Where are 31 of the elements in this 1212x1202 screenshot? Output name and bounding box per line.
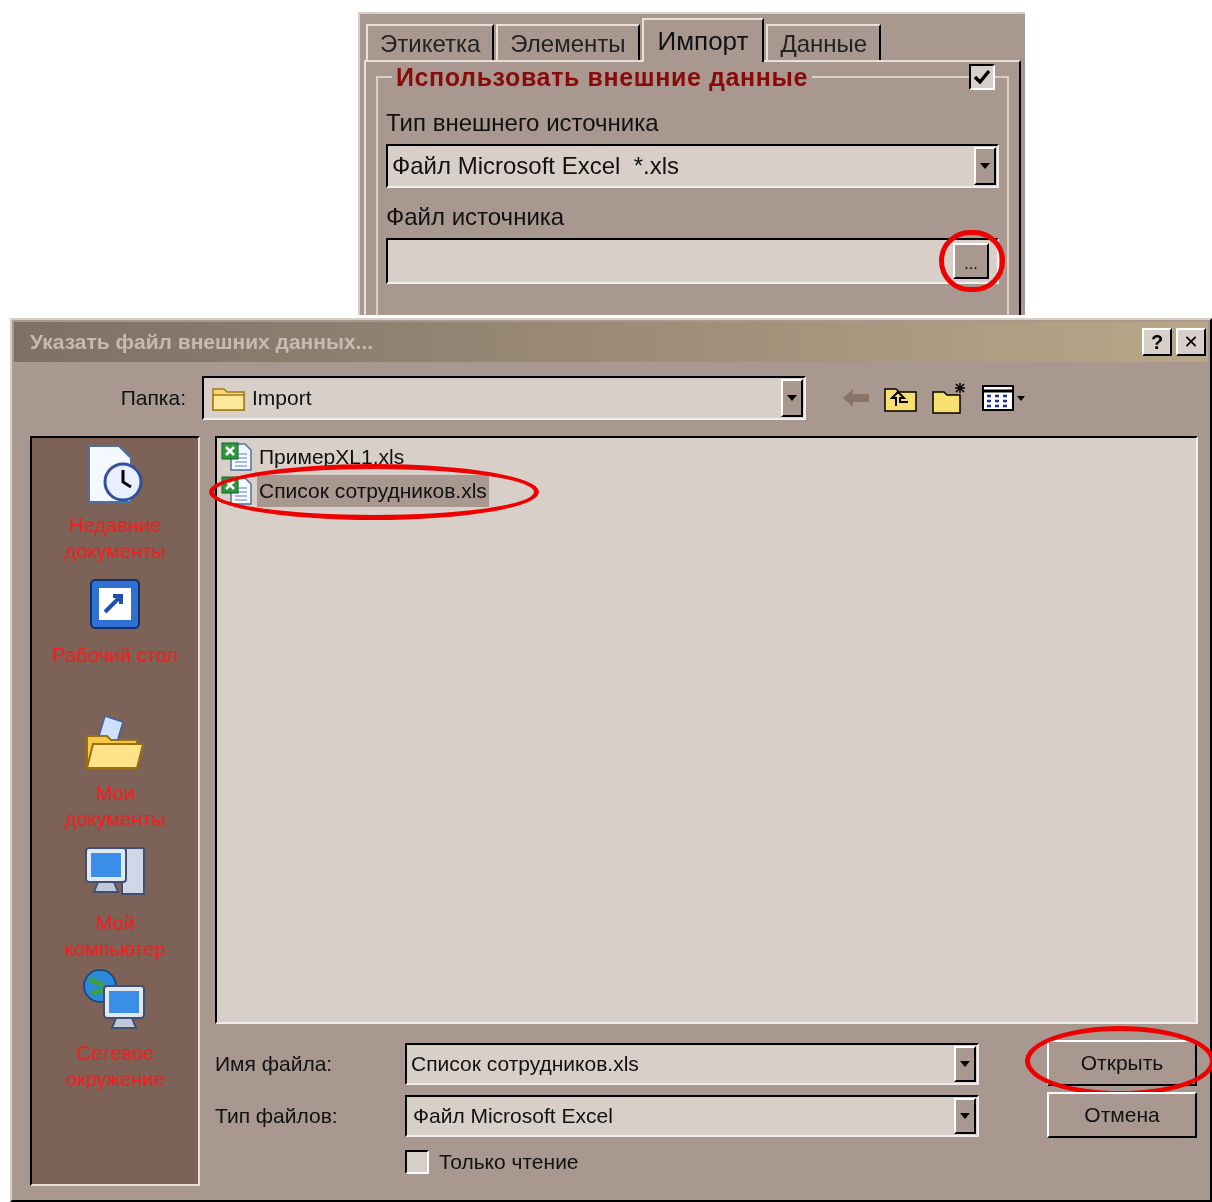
window-title: Указать файл внешних данных... bbox=[30, 329, 374, 356]
file-item[interactable]: Список сотрудников.xls bbox=[257, 475, 489, 507]
folder-icon bbox=[212, 385, 246, 411]
source-file-field[interactable]: ... bbox=[386, 238, 999, 284]
spreadsheet-file-icon bbox=[221, 476, 253, 506]
tab[interactable]: Данные bbox=[766, 24, 882, 60]
folder-value: Import bbox=[252, 385, 312, 412]
checkbox[interactable] bbox=[969, 64, 995, 90]
checkbox[interactable] bbox=[405, 1149, 429, 1174]
dialog-button[interactable]: Открыть bbox=[1047, 1040, 1197, 1086]
file-type-combo[interactable]: Файл Microsoft Excel bbox=[405, 1095, 979, 1137]
field-label: Имя файла: bbox=[215, 1051, 334, 1078]
field-label: Тип файлов: bbox=[215, 1103, 339, 1130]
tab[interactable]: Элементы bbox=[496, 24, 640, 60]
close-button[interactable]: ✕ bbox=[1176, 328, 1206, 356]
help-button[interactable]: ? bbox=[1142, 328, 1172, 356]
file-name-combo[interactable]: Список сотрудников.xls bbox=[405, 1043, 979, 1085]
tab[interactable]: Этикетка bbox=[366, 24, 495, 60]
folder-label: Папка: bbox=[119, 385, 187, 412]
view-menu-icon[interactable] bbox=[982, 384, 1026, 412]
browse-button[interactable]: ... bbox=[953, 243, 989, 279]
dialog-button[interactable]: Отмена bbox=[1047, 1092, 1197, 1138]
checkbox-label: Только чтение bbox=[439, 1149, 579, 1175]
field-label: Тип внешнего источника bbox=[386, 108, 660, 138]
file-item[interactable]: ПримерXL1.xls bbox=[257, 441, 407, 473]
new-folder-icon[interactable] bbox=[932, 382, 968, 414]
folder-combo[interactable]: Import bbox=[202, 376, 806, 420]
tab[interactable]: Импорт bbox=[641, 18, 765, 62]
source-type-combo[interactable]: Файл Microsoft Excel *.xls bbox=[386, 144, 999, 188]
spreadsheet-file-icon bbox=[221, 442, 253, 472]
field-label: Файл источника bbox=[386, 202, 566, 232]
